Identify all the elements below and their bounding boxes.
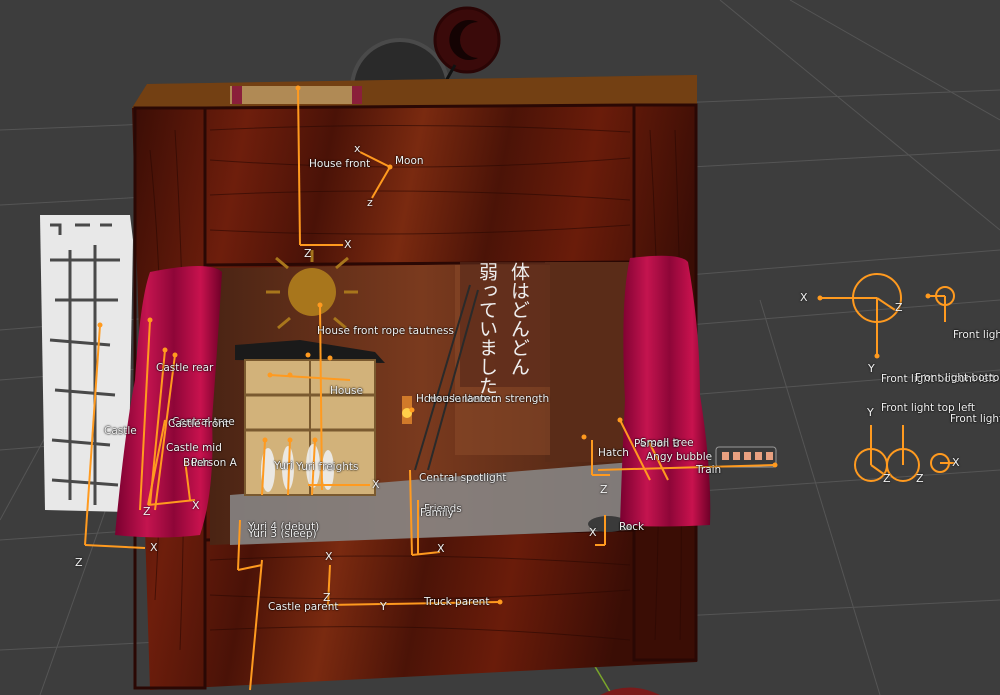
axis-z: Z <box>895 301 903 314</box>
label-yuri[interactable]: Yuri <box>274 460 293 472</box>
label-angy-bubble[interactable]: Angy bubble <box>646 451 712 463</box>
axis-x: X <box>192 499 200 512</box>
axis-y: Y <box>380 600 387 613</box>
backdrop-text-col1: 体はどんどん <box>508 262 530 376</box>
label-front-light-right[interactable]: Front light right <box>950 413 1000 425</box>
axis-x: X <box>150 541 158 554</box>
axis-z: Z <box>883 472 891 485</box>
axis-x: X <box>372 478 380 491</box>
label-person-a[interactable]: Person A <box>191 457 237 469</box>
axis-x: X <box>952 456 960 469</box>
label-yuri-3[interactable]: Yuri 3 (sleep) <box>248 528 317 540</box>
axis-y: Y <box>867 406 874 419</box>
axis-z: Z <box>75 556 83 569</box>
label-castle-mid[interactable]: Castle mid <box>166 442 222 454</box>
axis-x-lower: x <box>354 142 361 155</box>
axis-x: X <box>325 550 333 563</box>
axis-x: X <box>800 291 808 304</box>
axis-z: Z <box>916 472 924 485</box>
axis-z-lower: z <box>367 196 373 209</box>
label-train[interactable]: Train <box>696 464 721 476</box>
label-hatch[interactable]: Hatch <box>598 447 629 459</box>
label-house-front[interactable]: House front <box>309 158 370 170</box>
axis-z: Z <box>143 505 151 518</box>
label-family[interactable]: Family <box>420 507 454 519</box>
axis-z: Z <box>600 483 608 496</box>
axis-x: X <box>589 526 597 539</box>
label-yurifreights[interactable]: Yuri freights <box>296 461 359 473</box>
label-castle-rear[interactable]: Castle rear <box>156 362 213 374</box>
axis-z: Z <box>304 247 312 260</box>
label-castle[interactable]: Castle <box>104 425 137 437</box>
3d-viewport[interactable]: 体はどんどん 弱っていました。 House front Moon House f… <box>0 0 1000 695</box>
moon-disc <box>433 6 501 74</box>
axis-y: Y <box>868 362 875 375</box>
label-truck-parent[interactable]: Truck parent <box>424 596 489 608</box>
label-house-front-rope-tautness[interactable]: House front rope tautness <box>317 325 454 337</box>
axis-z: Z <box>323 591 331 604</box>
axis-x: X <box>437 542 445 555</box>
label-castle-front[interactable]: Castle front <box>168 418 229 430</box>
label-house-lantern-strength[interactable]: House lantern strength <box>428 393 549 405</box>
label-central-spotlight[interactable]: Central spotlight <box>419 472 507 484</box>
label-front-light-top-right[interactable]: Front light top right <box>953 329 1000 341</box>
label-front-light-bottom[interactable]: Front light bottom <box>915 372 1000 384</box>
label-small-tree[interactable]: Small tree <box>640 437 694 449</box>
axis-x: X <box>344 238 352 251</box>
backdrop-text-col2: 弱っていました。 <box>476 262 498 414</box>
label-moon[interactable]: Moon <box>395 155 424 167</box>
label-house[interactable]: House <box>330 385 363 397</box>
viewport-scene <box>0 0 1000 695</box>
label-rock[interactable]: Rock <box>619 521 644 533</box>
